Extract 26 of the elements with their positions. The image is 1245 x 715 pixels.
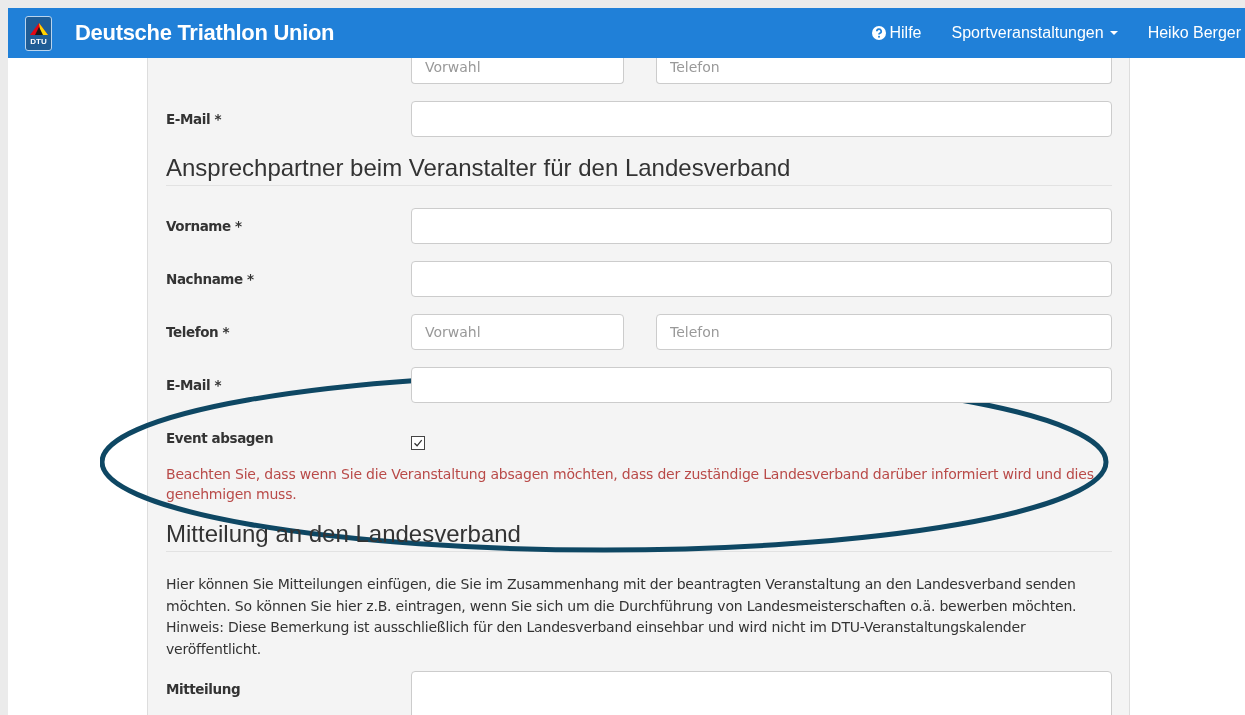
logo-icon[interactable]: DTU: [25, 15, 52, 51]
checkbox[interactable]: [411, 436, 425, 450]
field-label: Nachname *: [166, 271, 254, 287]
field-label: E-Mail *: [166, 377, 222, 393]
input-field[interactable]: Telefon: [656, 58, 1112, 84]
field-label: Telefon *: [166, 324, 230, 340]
field-label: Vorname *: [166, 218, 242, 234]
checkbox-label: Event absagen: [166, 430, 274, 446]
input-field[interactable]: Vorwahl: [411, 58, 624, 84]
nav-link[interactable]: Hilfe: [856, 24, 937, 42]
info-text: Hier können Sie Mitteilungen einfügen, die Sie im Zusammenhang mit der beantragten Veranstaltung an den Landesverband senden möchten. So können Sie hier z.B. eintragen, wenn Sie sich um die Durchführung von Landesmeisterschaften o.ä. bewerben möchten. Hinweis: Diese Bemerkung ist ausschließlich für den Landesverband einsehbar und wird nicht im DTU-Veranstaltungskalender veröffentlicht.: [166, 575, 1078, 659]
brand-link[interactable]: Deutsche Triathlon Union: [75, 20, 335, 46]
warning-text: Beachten Sie, dass wenn Sie die Veranstaltung absagen möchten, dass der zuständige Landesverband darüber informiert wird und dies genehmigen muss.: [166, 465, 1095, 504]
section-heading: Ansprechpartner beim Veranstalter für den Landesverband: [166, 154, 792, 183]
nav-link[interactable]: Heiko Berger: [1132, 24, 1245, 42]
input-field[interactable]: [411, 261, 1112, 297]
input-field[interactable]: [411, 101, 1112, 137]
nav-link[interactable]: Sportveranstaltungen: [936, 24, 1133, 42]
field-label: E-Mail *: [166, 111, 222, 127]
message-field[interactable]: [411, 671, 1112, 715]
input-field[interactable]: Vorwahl: [411, 314, 624, 350]
input-field[interactable]: [411, 367, 1112, 403]
field-label: Mitteilung: [166, 681, 241, 697]
input-field[interactable]: [411, 208, 1112, 244]
checkmark-icon: [412, 437, 424, 449]
input-field[interactable]: Telefon: [656, 314, 1112, 350]
